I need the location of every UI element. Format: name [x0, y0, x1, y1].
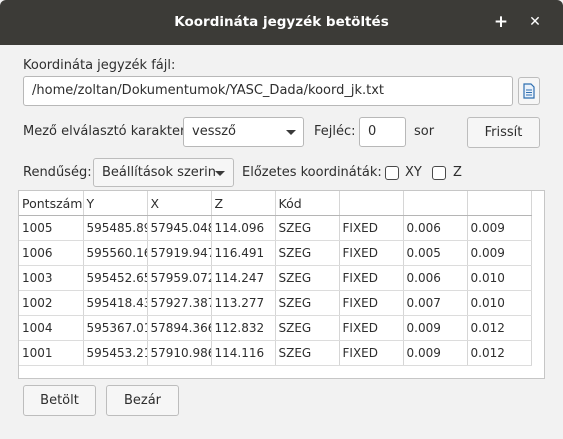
- table-cell: 1002: [19, 290, 84, 316]
- browse-file-button[interactable]: [518, 77, 540, 105]
- z-checkbox[interactable]: [432, 166, 446, 180]
- column-header[interactable]: Kód: [275, 191, 340, 216]
- column-header[interactable]: Y: [83, 191, 148, 216]
- table-cell: 57894.366: [147, 315, 212, 341]
- column-header[interactable]: [339, 191, 404, 216]
- table-cell: SZEG: [275, 265, 340, 291]
- column-header[interactable]: X: [147, 191, 212, 216]
- separator-value: vessző: [192, 124, 237, 139]
- chevron-down-icon: [215, 171, 225, 176]
- ordering-select[interactable]: Beállítások szerin: [93, 158, 234, 187]
- column-header[interactable]: [467, 191, 532, 216]
- table-cell: 0.012: [467, 315, 532, 341]
- table-cell: SZEG: [275, 315, 340, 341]
- ordering-label: Rendűség:: [23, 165, 92, 180]
- table-cell: 0.009: [467, 215, 532, 241]
- table-cell: 114.116: [211, 340, 276, 366]
- table-cell: 0.012: [467, 340, 532, 366]
- z-checkbox-label: Z: [453, 165, 462, 180]
- separator-label: Mező elválasztó karakter:: [23, 124, 190, 139]
- table-cell: 1005: [19, 215, 84, 241]
- file-label: Koordináta jegyzék fájl:: [23, 58, 176, 73]
- table-cell: SZEG: [275, 340, 340, 366]
- table-cell: 114.247: [211, 265, 276, 291]
- table-row[interactable]: 1001 595453.21 57910.986 114.116 SZEG FI…: [19, 340, 532, 366]
- table-cell: 116.491: [211, 240, 276, 266]
- header-label: Fejléc:: [314, 124, 356, 139]
- table-cell: FIXED: [339, 240, 404, 266]
- table-cell: 1006: [19, 240, 84, 266]
- table-row[interactable]: 1002 595418.43 57927.387 113.277 SZEG FI…: [19, 290, 532, 316]
- table-row[interactable]: 1005 595485.89 57945.048 114.096 SZEG FI…: [19, 215, 532, 241]
- table-cell: 57919.947: [147, 240, 212, 266]
- table-cell: FIXED: [339, 215, 404, 241]
- table-cell: 0.005: [403, 240, 468, 266]
- table-row[interactable]: 1006 595560.16 57919.947 116.491 SZEG FI…: [19, 240, 532, 266]
- table-cell: 57959.072: [147, 265, 212, 291]
- table-cell: 113.277: [211, 290, 276, 316]
- header-unit-label: sor: [414, 124, 435, 139]
- table-cell: SZEG: [275, 215, 340, 241]
- table-cell: 595418.43: [83, 290, 148, 316]
- table-cell: FIXED: [339, 290, 404, 316]
- header-rows-input[interactable]: 0: [359, 117, 406, 147]
- ordering-value: Beállítások szerin: [102, 165, 216, 180]
- table-cell: FIXED: [339, 315, 404, 341]
- table-cell: 595453.21: [83, 340, 148, 366]
- prelim-coords-label: Előzetes koordináták:: [242, 165, 382, 180]
- chevron-down-icon: [286, 130, 296, 135]
- table-cell: 0.006: [403, 265, 468, 291]
- xy-checkbox[interactable]: [385, 166, 399, 180]
- close-icon[interactable]: ✕: [525, 12, 545, 32]
- table-cell: 1004: [19, 315, 84, 341]
- document-icon: [523, 83, 535, 99]
- table-row[interactable]: 1003 595452.65 57959.072 114.247 SZEG FI…: [19, 265, 532, 291]
- load-button[interactable]: Betölt: [23, 385, 96, 416]
- table-cell: 595485.89: [83, 215, 148, 241]
- close-button[interactable]: Bezár: [106, 385, 179, 416]
- table-cell: 595452.65: [83, 265, 148, 291]
- table-cell: 0.009: [467, 240, 532, 266]
- table-cell: 595367.01: [83, 315, 148, 341]
- table-cell: 0.009: [403, 315, 468, 341]
- column-header[interactable]: [403, 191, 468, 216]
- xy-checkbox-label: XY: [405, 165, 422, 180]
- coordinates-table[interactable]: Pontszám Y X Z Kód 1005 595485.89 57945.…: [18, 190, 545, 379]
- table-header-row: Pontszám Y X Z Kód: [19, 191, 532, 216]
- add-icon[interactable]: +: [491, 12, 511, 32]
- table-cell: 595560.16: [83, 240, 148, 266]
- table-cell: 57927.387: [147, 290, 212, 316]
- table-cell: 57945.048: [147, 215, 212, 241]
- table-cell: 0.007: [403, 290, 468, 316]
- separator-select[interactable]: vessző: [183, 117, 304, 147]
- table-cell: 1001: [19, 340, 84, 366]
- refresh-button[interactable]: Frissít: [467, 117, 540, 148]
- table-cell: 114.096: [211, 215, 276, 241]
- column-header[interactable]: Z: [211, 191, 276, 216]
- table-cell: 112.832: [211, 315, 276, 341]
- file-path-input[interactable]: /home/zoltan/Dokumentumok/YASC_Dada/koor…: [23, 76, 513, 106]
- table-cell: 0.006: [403, 215, 468, 241]
- table-cell: 57910.986: [147, 340, 212, 366]
- title-bar: Koordináta jegyzék betöltés + ✕: [0, 0, 563, 45]
- table-cell: FIXED: [339, 340, 404, 366]
- table-cell: SZEG: [275, 240, 340, 266]
- table-cell: FIXED: [339, 265, 404, 291]
- table-cell: SZEG: [275, 290, 340, 316]
- window-title: Koordináta jegyzék betöltés: [174, 14, 389, 30]
- table-row[interactable]: 1004 595367.01 57894.366 112.832 SZEG FI…: [19, 315, 532, 341]
- table-cell: 0.010: [467, 290, 532, 316]
- column-header[interactable]: Pontszám: [19, 191, 84, 216]
- table-cell: 0.010: [467, 265, 532, 291]
- table-cell: 0.009: [403, 340, 468, 366]
- table-cell: 1003: [19, 265, 84, 291]
